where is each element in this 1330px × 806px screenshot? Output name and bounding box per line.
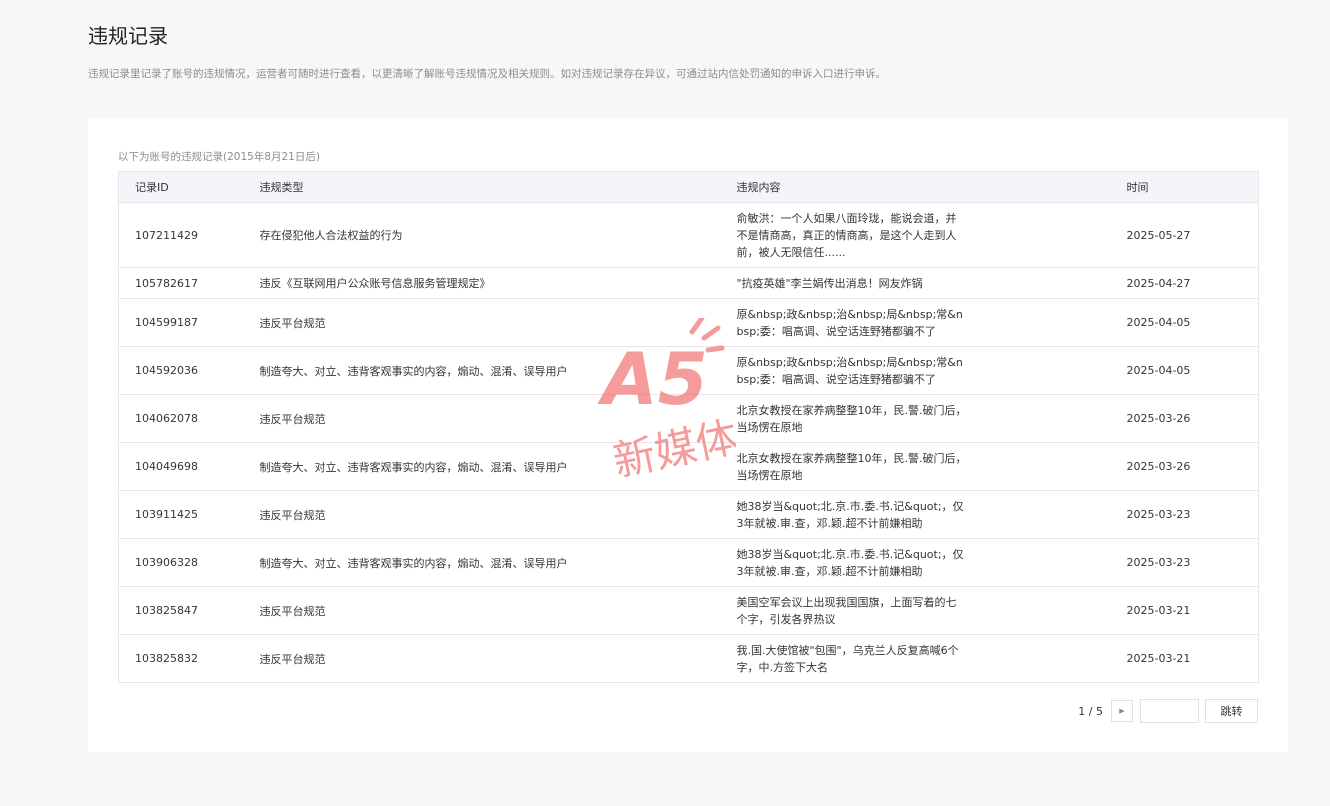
record-id-cell: 103825847 [118,586,244,635]
violation-content-text: 原&nbsp;政&nbsp;治&nbsp;局&nbsp;常&nbsp;委：唱高调… [736,307,963,338]
table-row: 104599187 违反平台规范 原&nbsp;政&nbsp;治&nbsp;局&nb… [118,298,1259,347]
violation-time-cell: 2025-05-27 [1110,202,1259,268]
column-header-id: 记录ID [118,171,244,203]
violation-content-cell: 我.国.大使馆被"包围"，乌克兰人反复高喊6个字，中.方签下大名 [720,634,1111,683]
next-page-button[interactable]: ▶ [1111,700,1133,722]
violation-type-cell: 违反平台规范 [243,394,721,443]
record-id-cell: 103911425 [118,490,244,539]
violation-content-cell: 她38岁当&quot;北.京.市.委.书.记&quot;，仅3年就被.审.查，邓… [720,538,1111,587]
record-id-cell: 104062078 [118,394,244,443]
violation-type-cell: 违反平台规范 [243,490,721,539]
column-header-content: 违规内容 [720,171,1111,203]
table-row: 105782617 违反《互联网用户公众账号信息服务管理规定》 "抗疫英雄"李兰娟传… [118,267,1259,299]
violation-type-cell: 违反平台规范 [243,634,721,683]
violation-content-cell: "抗疫英雄"李兰娟传出消息！网友炸锅 [720,267,1111,299]
column-header-type: 违规类型 [243,171,721,203]
table-row: 107211429 存在侵犯他人合法权益的行为 俞敏洪：一个人如果八面玲珑，能说会道… [118,202,1259,268]
violation-content-cell: 俞敏洪：一个人如果八面玲珑，能说会道，并不是情商高，真正的情商高，是这个人走到人… [720,202,1111,268]
violation-content-cell: 她38岁当&quot;北.京.市.委.书.记&quot;，仅3年就被.审.查，邓… [720,490,1111,539]
violation-content-text: 她38岁当&quot;北.京.市.委.书.记&quot;，仅3年就被.审.查，邓… [736,547,964,578]
violation-content-text: "抗疫英雄"李兰娟传出消息！网友炸锅 [736,276,923,290]
violation-type-cell: 制造夸大、对立、违背客观事实的内容，煽动、混淆、误导用户 [243,346,721,395]
table-row: 103825832 违反平台规范 我.国.大使馆被"包围"，乌克兰人反复高喊6个字，… [118,634,1259,683]
record-id-cell: 104592036 [118,346,244,395]
violation-content-cell: 原&nbsp;政&nbsp;治&nbsp;局&nbsp;常&nbsp;委：唱高调… [720,346,1111,395]
violation-time-cell: 2025-03-23 [1110,538,1259,587]
violation-content-text: 北京女教授在家养病整整10年，民.警.破门后，当场愣在原地 [736,451,967,482]
pagination: 1 / 5 ▶ 跳转 [1078,699,1258,723]
table-row: 104592036 制造夸大、对立、违背客观事实的内容，煽动、混淆、误导用户 原&n… [118,346,1259,395]
table-body: 107211429 存在侵犯他人合法权益的行为 俞敏洪：一个人如果八面玲珑，能说会道… [118,202,1259,683]
violation-type-cell: 违反平台规范 [243,586,721,635]
record-id-cell: 104049698 [118,442,244,491]
violation-content-cell: 北京女教授在家养病整整10年，民.警.破门后，当场愣在原地 [720,442,1111,491]
violation-content-text: 我.国.大使馆被"包围"，乌克兰人反复高喊6个字，中.方签下大名 [736,643,959,674]
violation-content-text: 俞敏洪：一个人如果八面玲珑，能说会道，并不是情商高，真正的情商高，是这个人走到人… [736,211,957,259]
violation-time-cell: 2025-03-21 [1110,586,1259,635]
violation-time-cell: 2025-03-23 [1110,490,1259,539]
record-id-cell: 105782617 [118,267,244,299]
violation-content-text: 她38岁当&quot;北.京.市.委.书.记&quot;，仅3年就被.审.查，邓… [736,499,964,530]
violation-type-cell: 存在侵犯他人合法权益的行为 [243,202,721,268]
page-title: 违规记录 [88,24,168,48]
record-id-cell: 103906328 [118,538,244,587]
page-description: 违规记录里记录了账号的违规情况，运营者可随时进行查看，以更清晰了解账号违规情况及… [88,68,886,80]
violation-content-cell: 原&nbsp;政&nbsp;治&nbsp;局&nbsp;常&nbsp;委：唱高调… [720,298,1111,347]
violation-type-cell: 制造夸大、对立、违背客观事实的内容，煽动、混淆、误导用户 [243,442,721,491]
violation-time-cell: 2025-04-05 [1110,346,1259,395]
table-row: 104062078 违反平台规范 北京女教授在家养病整整10年，民.警.破门后，当场… [118,394,1259,443]
violation-content-text: 北京女教授在家养病整整10年，民.警.破门后，当场愣在原地 [736,403,967,434]
violation-records-table: 记录ID 违规类型 违规内容 时间 107211429 存在侵犯他人合法权益的行为… [118,171,1259,683]
table-row: 103911425 违反平台规范 她38岁当&quot;北.京.市.委.书.记&qu… [118,490,1259,539]
violation-time-cell: 2025-04-27 [1110,267,1259,299]
jump-button[interactable]: 跳转 [1205,699,1258,723]
violation-time-cell: 2025-03-26 [1110,442,1259,491]
table-caption: 以下为账号的违规记录(2015年8月21日后) [118,151,320,163]
violation-type-cell: 违反平台规范 [243,298,721,347]
record-id-cell: 104599187 [118,298,244,347]
violation-content-cell: 北京女教授在家养病整整10年，民.警.破门后，当场愣在原地 [720,394,1111,443]
record-id-cell: 107211429 [118,202,244,268]
violation-time-cell: 2025-03-26 [1110,394,1259,443]
page-indicator: 1 / 5 [1078,704,1103,718]
violation-time-cell: 2025-03-21 [1110,634,1259,683]
records-card: 以下为账号的违规记录(2015年8月21日后) 记录ID 违规类型 违规内容 时… [88,118,1288,752]
violation-content-cell: 美国空军会议上出现我国国旗，上面写着的七个字，引发各界热议 [720,586,1111,635]
jump-page-input[interactable] [1140,699,1199,723]
table-header-row: 记录ID 违规类型 违规内容 时间 [118,171,1259,203]
table-row: 104049698 制造夸大、对立、违背客观事实的内容，煽动、混淆、误导用户 北京女… [118,442,1259,491]
caret-right-icon: ▶ [1119,707,1125,715]
violation-time-cell: 2025-04-05 [1110,298,1259,347]
table-row: 103825847 违反平台规范 美国空军会议上出现我国国旗，上面写着的七个字，引发… [118,586,1259,635]
record-id-cell: 103825832 [118,634,244,683]
column-header-time: 时间 [1110,171,1259,203]
violation-content-text: 原&nbsp;政&nbsp;治&nbsp;局&nbsp;常&nbsp;委：唱高调… [736,355,963,386]
violation-type-cell: 违反《互联网用户公众账号信息服务管理规定》 [243,267,721,299]
table-row: 103906328 制造夸大、对立、违背客观事实的内容，煽动、混淆、误导用户 她38… [118,538,1259,587]
violation-type-cell: 制造夸大、对立、违背客观事实的内容，煽动、混淆、误导用户 [243,538,721,587]
violation-content-text: 美国空军会议上出现我国国旗，上面写着的七个字，引发各界热议 [736,595,957,626]
